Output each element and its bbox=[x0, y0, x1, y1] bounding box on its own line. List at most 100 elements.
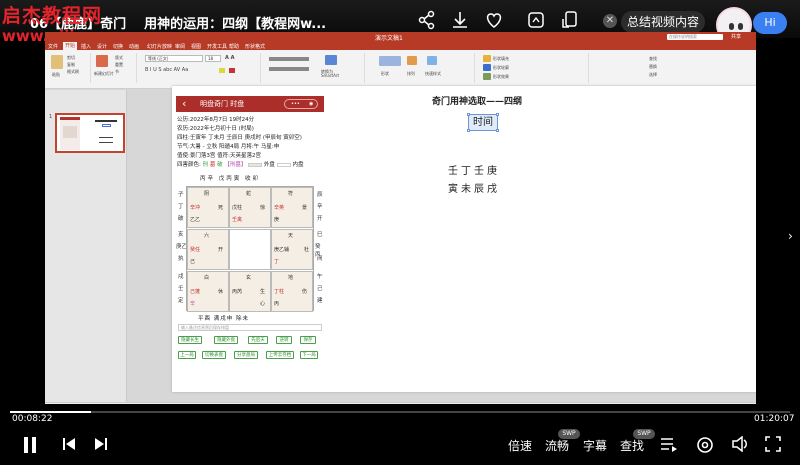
miniapp-menu-pill[interactable]: ••• ◉ bbox=[284, 99, 318, 109]
summary-button[interactable]: 总结视频内容 bbox=[621, 11, 705, 33]
copy-button[interactable]: 复制 bbox=[67, 62, 75, 68]
tab-shape-format[interactable]: 形状格式 bbox=[245, 43, 265, 50]
download-icon[interactable] bbox=[450, 10, 470, 30]
align-icons[interactable] bbox=[269, 67, 309, 71]
share-chart-button[interactable]: 分享盘局 bbox=[234, 351, 258, 359]
next-icon[interactable] bbox=[94, 436, 108, 456]
back-arrow-icon[interactable]: ‹ bbox=[182, 97, 186, 110]
font-size-select[interactable]: 18 bbox=[205, 55, 221, 62]
section-button[interactable]: 节 bbox=[115, 69, 119, 75]
palace-cell[interactable]: 地 丁柱 伤 丙 bbox=[271, 271, 313, 312]
chevron-right-icon[interactable]: › bbox=[788, 229, 793, 243]
font-color-icon[interactable] bbox=[229, 68, 235, 73]
convert-smartart-button[interactable]: 转换为 SmartArt bbox=[321, 70, 351, 78]
tab-slideshow[interactable]: 幻灯片放映 bbox=[147, 43, 172, 50]
smartart-icon[interactable] bbox=[325, 55, 337, 65]
arrange-button[interactable]: 排列 bbox=[407, 71, 415, 77]
palace-cell[interactable]: 阴 辛冲 死 乙乙 bbox=[187, 187, 229, 228]
select-button[interactable]: 选择 bbox=[649, 72, 657, 78]
shapes-gallery-icon[interactable] bbox=[379, 56, 401, 66]
pause-icon[interactable] bbox=[22, 436, 38, 458]
highlight-icon[interactable] bbox=[219, 68, 225, 73]
format-painter-button[interactable]: 格式刷 bbox=[67, 69, 79, 75]
upload-cloud-button[interactable]: 上传云存档 bbox=[266, 351, 294, 359]
tab-developer[interactable]: 开发工具 bbox=[207, 43, 227, 50]
shape-effect-button[interactable]: 形状效果 bbox=[493, 74, 509, 80]
list-icons[interactable] bbox=[269, 57, 309, 61]
palace-cell[interactable]: 白 己蓬 休 辛 bbox=[187, 271, 229, 312]
xianhoutian-button[interactable]: 先后天 bbox=[248, 336, 268, 344]
favorite-icon[interactable] bbox=[484, 10, 504, 30]
right-side-8: 建 bbox=[317, 298, 323, 304]
hi-button[interactable]: Hi bbox=[753, 12, 787, 34]
share-icon[interactable] bbox=[417, 10, 437, 30]
hide-outer-button[interactable]: 隐藏外盘 bbox=[214, 336, 238, 344]
save-button[interactable]: 保存 bbox=[300, 336, 316, 344]
palace-cell[interactable]: 玄 丙芮 生 心 bbox=[229, 271, 271, 312]
tab-insert[interactable]: 插入 bbox=[81, 43, 91, 50]
ppt-search-input[interactable]: 在操作说明搜索 bbox=[667, 34, 723, 40]
palace-cell[interactable]: 天 庚乙辅 杜 丁 bbox=[271, 229, 313, 270]
next-chart-button[interactable]: 下一局 bbox=[300, 351, 318, 359]
search-button[interactable]: 查找 bbox=[620, 437, 644, 454]
share-button[interactable]: 共享 bbox=[731, 33, 741, 40]
subtitle-button[interactable]: 字幕 bbox=[583, 437, 607, 454]
shapes-button[interactable]: 形状 bbox=[381, 71, 389, 77]
arrange-icon[interactable] bbox=[407, 56, 417, 65]
shape-fill-icon[interactable] bbox=[483, 55, 491, 62]
shape-outline-icon[interactable] bbox=[483, 64, 491, 71]
jieqi-line: 节气:大暑 - 立秋 阳遁4局 月将:午 马星:申 bbox=[177, 144, 280, 150]
new-slide-icon[interactable] bbox=[96, 55, 108, 67]
prev-chart-button[interactable]: 上一局 bbox=[178, 351, 196, 359]
hide-changsheng-button[interactable]: 隐藏长生 bbox=[178, 336, 202, 344]
shape-effect-icon[interactable] bbox=[483, 73, 491, 80]
fullscreen-icon[interactable] bbox=[765, 436, 781, 456]
layout-button[interactable]: 版式 bbox=[115, 55, 123, 61]
switch-board-button[interactable]: 切换表盘 bbox=[202, 351, 226, 359]
font-name-select[interactable]: 等线 (正文) bbox=[145, 55, 203, 62]
previous-icon[interactable] bbox=[62, 436, 76, 456]
paste-label[interactable]: 粘贴 bbox=[52, 72, 60, 78]
find-button[interactable]: 查找 bbox=[649, 56, 657, 62]
tab-transition[interactable]: 切换 bbox=[113, 43, 123, 50]
progress-track[interactable] bbox=[10, 411, 790, 413]
replace-button[interactable]: 替换 bbox=[649, 64, 657, 70]
screenshot-icon[interactable] bbox=[526, 10, 546, 30]
slide-canvas[interactable]: ‹ 明盘奇门 时盘 ••• ◉ 公历:2022年8月7日 19时24分 农历:20… bbox=[172, 86, 756, 392]
settings-icon[interactable] bbox=[696, 436, 714, 458]
palace-cell[interactable]: 蛇 戊柱 惊 壬禽 bbox=[229, 187, 271, 228]
time-text-box[interactable]: 时间 bbox=[467, 113, 499, 132]
tab-animation[interactable]: 动画 bbox=[129, 43, 139, 50]
cut-button[interactable]: 剪切 bbox=[67, 55, 75, 61]
quality-button[interactable]: 流畅 bbox=[545, 437, 569, 454]
new-slide-button[interactable]: 新建幻灯片 bbox=[94, 71, 114, 77]
tab-help[interactable]: 帮助 bbox=[229, 43, 239, 50]
remark-input[interactable]: 输入备注信息然后保存排盘 bbox=[178, 324, 322, 331]
reset-button[interactable]: 重置 bbox=[115, 62, 123, 68]
playlist-icon[interactable] bbox=[660, 436, 678, 456]
shape-fill-button[interactable]: 形状填充 bbox=[493, 56, 509, 62]
palace-cell[interactable]: 符 辛英 景 庚 bbox=[271, 187, 313, 228]
reverse-button[interactable]: 逆转 bbox=[276, 336, 292, 344]
font-grow-icon[interactable]: A A bbox=[225, 55, 234, 61]
font-style-icons[interactable]: B I U S abc AV Aa bbox=[145, 67, 188, 73]
app-title: 明盘奇门 时盘 bbox=[200, 100, 245, 108]
tab-file[interactable]: 文件 bbox=[48, 43, 58, 50]
slide-thumbnail[interactable] bbox=[55, 113, 125, 153]
time-label: 时间 bbox=[473, 117, 493, 128]
left-side-7: 壬 bbox=[178, 286, 184, 292]
paste-icon[interactable] bbox=[51, 55, 63, 69]
font-group: 等线 (正文) 18 A A B I U S abc AV Aa bbox=[141, 53, 261, 83]
volume-icon[interactable] bbox=[731, 435, 749, 456]
quick-styles-button[interactable]: 快速样式 bbox=[425, 71, 441, 77]
palace-cell[interactable]: 六 癸任 开 己 bbox=[187, 229, 229, 270]
tab-design[interactable]: 设计 bbox=[97, 43, 107, 50]
quick-styles-icon[interactable] bbox=[427, 56, 437, 65]
cast-icon[interactable] bbox=[560, 10, 580, 30]
close-summary-icon[interactable]: ✕ bbox=[603, 14, 617, 28]
tab-home[interactable]: 开始 bbox=[63, 42, 78, 50]
speed-button[interactable]: 倍速 bbox=[508, 437, 532, 454]
tab-view[interactable]: 视图 bbox=[191, 43, 201, 50]
shape-outline-button[interactable]: 形状轮廓 bbox=[493, 65, 509, 71]
tab-review[interactable]: 审阅 bbox=[175, 43, 185, 50]
